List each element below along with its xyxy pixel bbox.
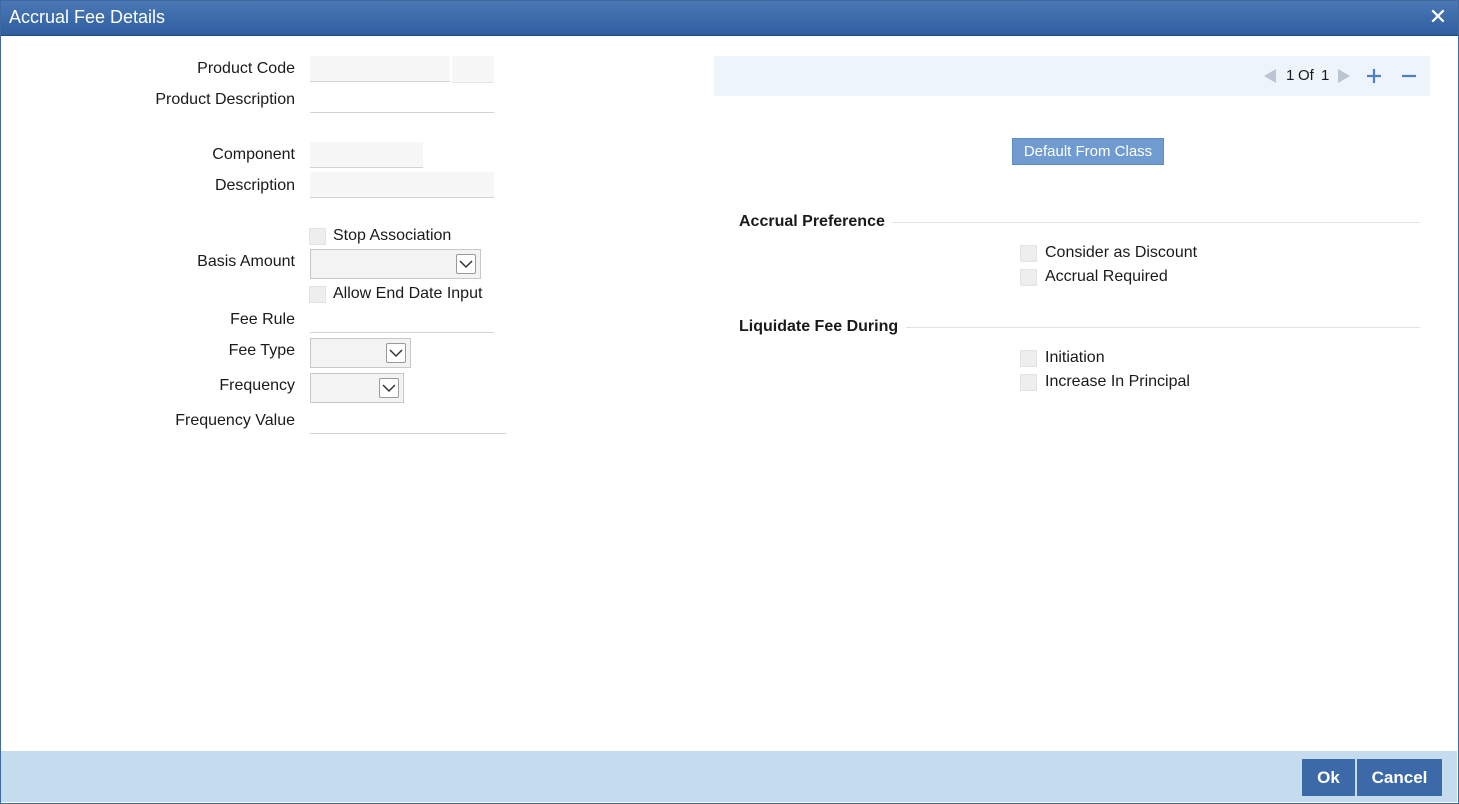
- fee-type-label: Fee Type: [228, 342, 295, 359]
- increase-in-principal-label: Increase In Principal: [1045, 373, 1190, 390]
- pager-current: 1: [1286, 67, 1295, 84]
- allow-end-date-input-checkbox[interactable]: [309, 286, 326, 303]
- accrual-preference-title: Accrual Preference: [739, 213, 885, 230]
- pager-total: 1: [1321, 67, 1330, 84]
- initiation-checkbox[interactable]: [1020, 350, 1037, 367]
- dialog-footer: [1, 751, 1457, 802]
- component-input[interactable]: [310, 142, 423, 168]
- accrual-required-label: Accrual Required: [1045, 268, 1168, 285]
- product-description-input[interactable]: [310, 87, 494, 113]
- previous-record-icon[interactable]: [1262, 68, 1278, 89]
- product-code-lookup-button[interactable]: [452, 56, 494, 83]
- frequency-select[interactable]: [310, 373, 404, 403]
- basis-amount-select[interactable]: [310, 249, 481, 279]
- close-icon[interactable]: ✕: [1426, 5, 1450, 29]
- frequency-value-label: Frequency Value: [175, 412, 295, 429]
- consider-as-discount-checkbox[interactable]: [1020, 245, 1037, 262]
- section-divider: [892, 222, 1420, 223]
- chevron-down-icon: [456, 254, 476, 274]
- description-label: Description: [214, 177, 295, 194]
- initiation-label: Initiation: [1045, 349, 1105, 366]
- liquidate-fee-during-title: Liquidate Fee During: [739, 318, 899, 335]
- add-record-icon[interactable]: [1364, 65, 1384, 87]
- chevron-down-icon: [386, 343, 406, 363]
- basis-amount-label: Basis Amount: [197, 253, 295, 270]
- description-input[interactable]: [310, 172, 494, 198]
- fee-type-select[interactable]: [310, 338, 411, 368]
- fee-rule-input[interactable]: [310, 307, 494, 333]
- frequency-label: Frequency: [219, 377, 295, 394]
- accrual-required-checkbox[interactable]: [1020, 269, 1037, 286]
- section-divider: [906, 327, 1420, 328]
- delete-record-icon[interactable]: [1399, 65, 1419, 87]
- chevron-down-icon: [379, 378, 399, 398]
- increase-in-principal-checkbox[interactable]: [1020, 374, 1037, 391]
- fee-rule-label: Fee Rule: [230, 311, 295, 328]
- ok-button[interactable]: Ok: [1302, 759, 1355, 796]
- stop-association-checkbox[interactable]: [309, 228, 326, 245]
- component-label: Component: [212, 146, 295, 163]
- product-description-label: Product Description: [155, 91, 295, 108]
- cancel-button[interactable]: Cancel: [1357, 759, 1442, 796]
- default-from-class-button[interactable]: Default From Class: [1012, 138, 1164, 165]
- consider-as-discount-label: Consider as Discount: [1045, 244, 1198, 261]
- next-record-icon[interactable]: [1336, 68, 1352, 89]
- pager-of-label: Of: [1298, 67, 1314, 84]
- product-code-input[interactable]: [310, 56, 450, 82]
- accrual-fee-details-dialog: Accrual Fee Details ✕: [0, 0, 1459, 804]
- product-code-label: Product Code: [197, 60, 295, 77]
- title-bar: Accrual Fee Details ✕: [1, 1, 1458, 36]
- stop-association-label: Stop Association: [333, 227, 452, 244]
- frequency-value-input[interactable]: [310, 408, 506, 434]
- allow-end-date-input-label: Allow End Date Input: [333, 285, 483, 302]
- window-title: Accrual Fee Details: [9, 7, 166, 27]
